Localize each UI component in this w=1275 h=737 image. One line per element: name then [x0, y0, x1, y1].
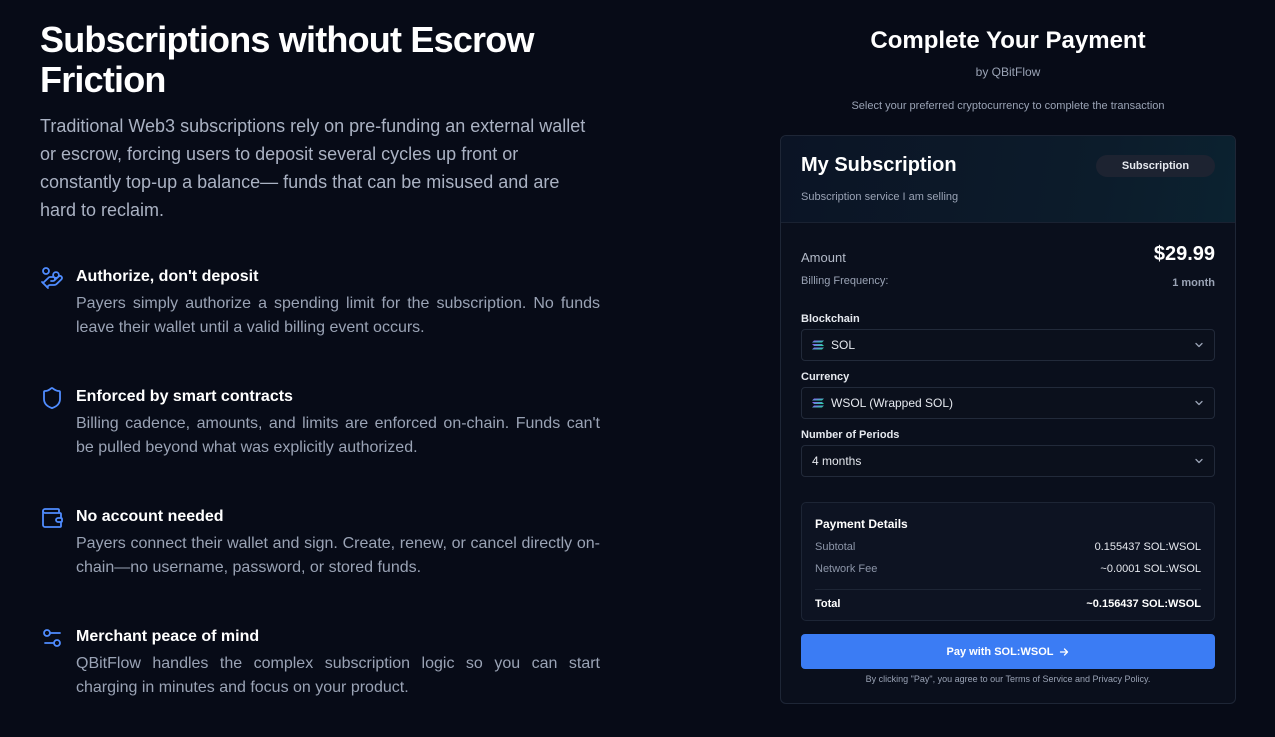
billing-frequency-value: 1 month: [1172, 277, 1215, 289]
hero-section: Subscriptions without Escrow Friction Tr…: [40, 20, 600, 737]
periods-select[interactable]: 4 months: [801, 445, 1215, 477]
feature-title: No account needed: [76, 508, 224, 525]
subtotal-row: Subtotal 0.155437 SOL:WSOL: [815, 537, 1201, 559]
feature-list: Authorize, don't deposit Payers simply a…: [40, 266, 600, 737]
chevron-down-icon: [1194, 340, 1204, 350]
payment-brand: by QBitFlow: [975, 65, 1041, 79]
currency-value: WSOL (Wrapped SOL): [831, 396, 954, 410]
pay-button-label: Pay with SOL:WSOL: [946, 645, 1054, 658]
solana-icon: [812, 340, 824, 350]
hero-title: Subscriptions without Escrow Friction: [40, 19, 534, 100]
currency-select[interactable]: WSOL (Wrapped SOL): [801, 387, 1215, 419]
page: Subscriptions without Escrow Friction Tr…: [0, 0, 1275, 737]
payment-card: My Subscription Subscription service I a…: [780, 135, 1236, 704]
amount-row: Amount $29.99: [801, 243, 1215, 273]
feature-item: Enforced by smart contracts Billing cade…: [40, 386, 600, 506]
chevron-down-icon: [1194, 456, 1204, 466]
network-fee-row: Network Fee ~0.0001 SOL:WSOL: [815, 559, 1201, 581]
hero-description: Traditional Web3 subscriptions rely on p…: [40, 116, 586, 220]
feature-title: Authorize, don't deposit: [76, 268, 259, 285]
wallet-icon: [40, 506, 64, 530]
terms-notice: By clicking "Pay", you agree to our Term…: [865, 674, 1151, 684]
payment-subtitle: Select your preferred cryptocurrency to …: [851, 100, 1165, 112]
chevron-down-icon: [1194, 398, 1204, 408]
product-description: Subscription service I am selling: [801, 191, 959, 203]
subtotal-label: Subtotal: [815, 541, 856, 553]
billing-frequency-label: Billing Frequency:: [801, 275, 889, 287]
product-header: My Subscription Subscription service I a…: [781, 136, 1235, 223]
feature-text: Payers simply authorize a spending limit…: [76, 295, 600, 336]
amount-label: Amount: [801, 250, 846, 265]
blockchain-value: SOL: [831, 338, 856, 352]
periods-value: 4 months: [812, 454, 862, 468]
feature-item: No account needed Payers connect their w…: [40, 506, 600, 626]
total-row: Total ~0.156437 SOL:WSOL: [815, 589, 1201, 615]
blockchain-label: Blockchain: [801, 313, 860, 325]
periods-label: Number of Periods: [801, 429, 900, 441]
feature-text: Payers connect their wallet and sign. Cr…: [76, 535, 600, 576]
arrow-right-icon: [1059, 647, 1069, 657]
hand-coins-icon: [40, 266, 64, 290]
sliders-icon: [40, 626, 64, 650]
payment-title: Complete Your Payment: [870, 27, 1146, 54]
payment-section: Complete Your Payment by QBitFlow Select…: [780, 0, 1236, 704]
payment-form: Amount $29.99 Billing Frequency: 1 month…: [781, 243, 1235, 684]
total-label: Total: [815, 598, 841, 610]
product-type-badge: Subscription: [1096, 155, 1215, 177]
feature-item: Authorize, don't deposit Payers simply a…: [40, 266, 600, 386]
shield-icon: [40, 386, 64, 410]
total-value: ~0.156437 SOL:WSOL: [1086, 598, 1201, 610]
feature-item: Merchant peace of mind QBitFlow handles …: [40, 626, 600, 737]
subtotal-value: 0.155437 SOL:WSOL: [1094, 541, 1201, 553]
network-fee-value: ~0.0001 SOL:WSOL: [1100, 563, 1201, 575]
feature-title: Merchant peace of mind: [76, 628, 260, 645]
payment-details: Payment Details Subtotal 0.155437 SOL:WS…: [801, 502, 1215, 621]
currency-label: Currency: [801, 371, 850, 383]
blockchain-select[interactable]: SOL: [801, 329, 1215, 361]
solana-icon: [812, 398, 824, 408]
payment-details-title: Payment Details: [815, 517, 908, 531]
feature-title: Enforced by smart contracts: [76, 388, 293, 405]
network-fee-label: Network Fee: [815, 563, 878, 575]
pay-button[interactable]: Pay with SOL:WSOL: [801, 634, 1215, 669]
feature-text: Billing cadence, amounts, and limits are…: [76, 415, 600, 456]
feature-text: QBitFlow handles the complex subscriptio…: [76, 655, 600, 696]
billing-frequency-row: Billing Frequency: 1 month: [801, 273, 1215, 293]
amount-value: $29.99: [1153, 243, 1215, 265]
